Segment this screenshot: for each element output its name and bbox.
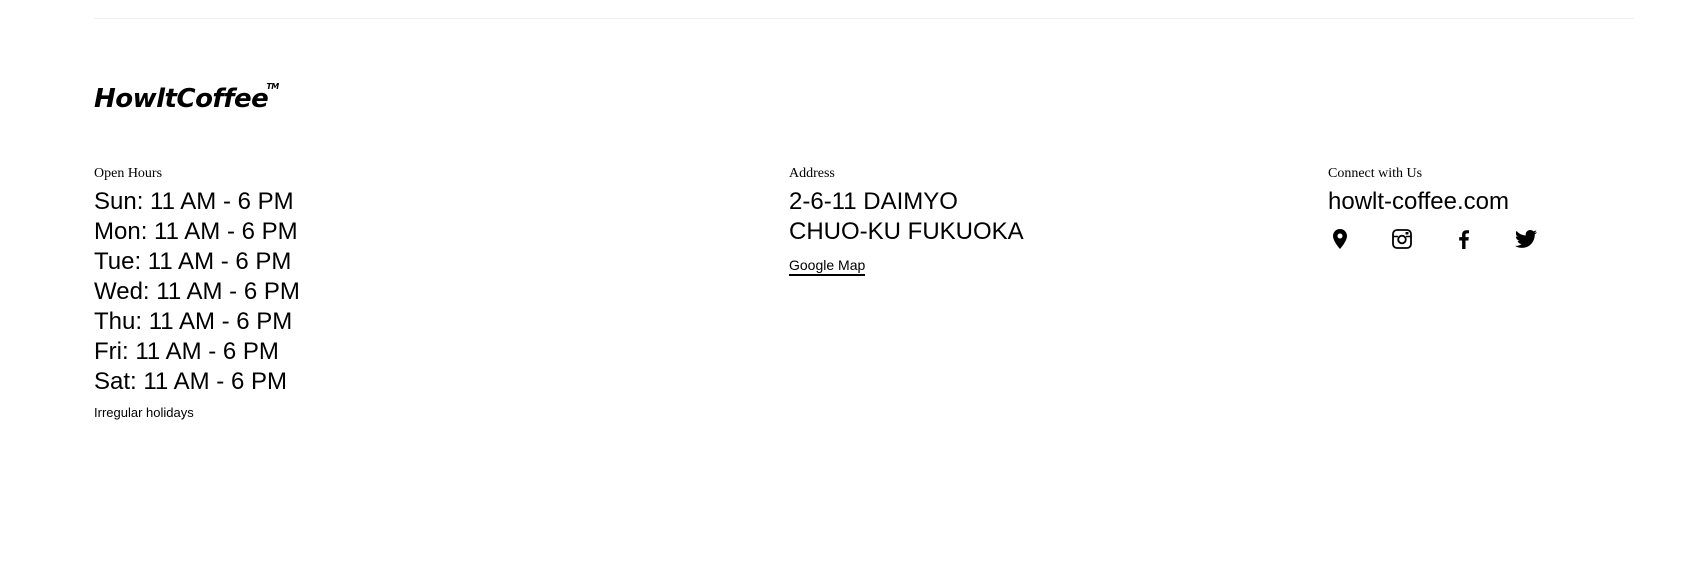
hours-tuesday: Tue: 11 AM - 6 PM [94,248,292,275]
facebook-link[interactable] [1452,227,1514,251]
address-line-1: 2-6-11 DAIMYO [789,188,958,215]
hours-friday: Fri: 11 AM - 6 PM [94,338,279,365]
connect-label: Connect with Us [1328,166,1423,181]
google-map-link[interactable]: Google Map [789,257,866,276]
hours-saturday: Sat: 11 AM - 6 PM [94,368,287,395]
open-hours-section: Open Hours Sun: 11 AM - 6 PM Mon: 11 AM … [94,165,300,421]
instagram-icon [1392,229,1412,249]
hours-monday: Mon: 11 AM - 6 PM [94,218,298,245]
social-links [1328,227,1576,251]
connect-section: Connect with Us howlt-coffee.com [1328,165,1576,251]
address-section: Address 2-6-11 DAIMYO CHUO-KU FUKUOKA Go… [789,165,1024,276]
open-hours-label: Open Hours [94,166,163,181]
logo-trademark: TM [266,82,279,91]
hours-thursday: Thu: 11 AM - 6 PM [94,308,293,335]
holidays-note: Irregular holidays [94,405,194,420]
hours-sunday: Sun: 11 AM - 6 PM [94,188,294,215]
logo-text: HowltCoffee [94,84,269,114]
map-pin-link[interactable] [1328,227,1390,251]
twitter-icon [1515,230,1537,248]
map-pin-icon [1333,229,1347,249]
hours-wednesday: Wed: 11 AM - 6 PM [94,278,300,305]
facebook-icon [1459,230,1469,249]
hours-list: Sun: 11 AM - 6 PM Mon: 11 AM - 6 PM Tue:… [94,187,300,397]
address-line-2: CHUO-KU FUKUOKA [789,218,1024,245]
footer-divider [94,18,1634,19]
brand-logo[interactable]: HowltCoffeeTM [94,83,279,114]
address-label: Address [789,166,835,181]
website-link[interactable]: howlt-coffee.com [1328,187,1576,217]
instagram-link[interactable] [1390,227,1452,251]
twitter-link[interactable] [1514,227,1576,251]
